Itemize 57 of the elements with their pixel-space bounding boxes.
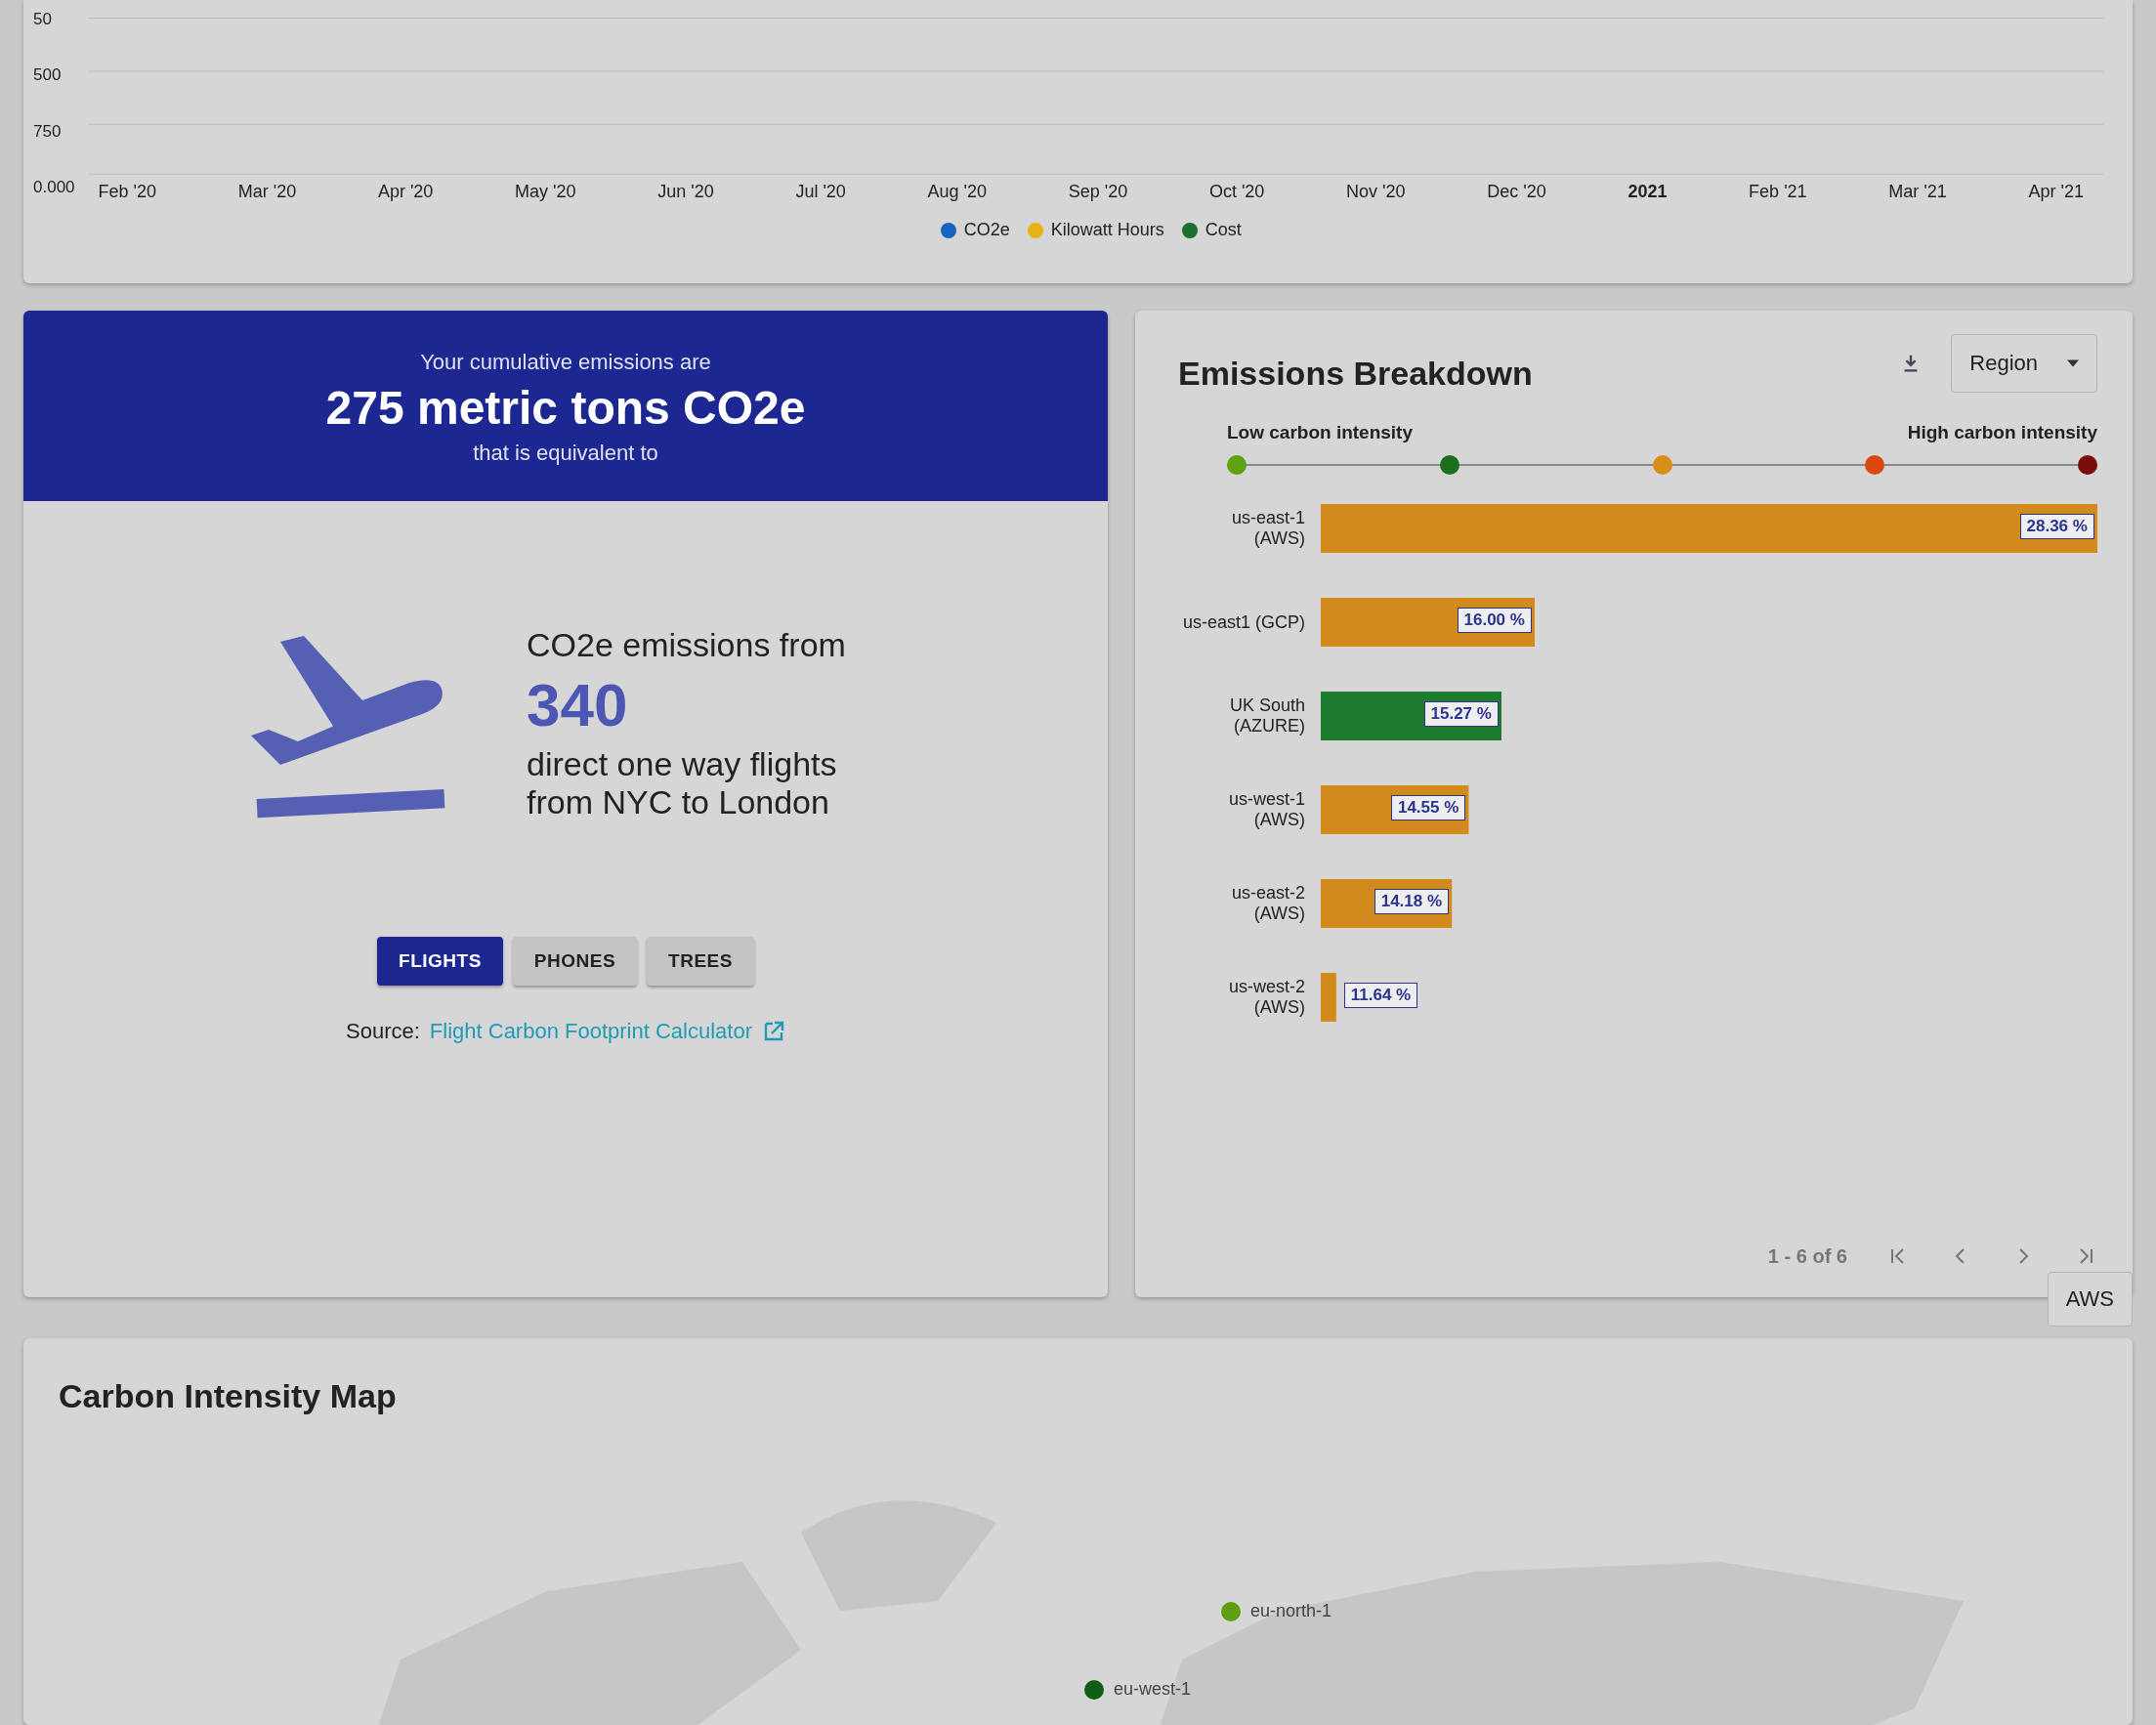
external-link-icon[interactable] [762, 1020, 785, 1043]
bar-value-label: 14.55 % [1390, 795, 1466, 820]
y-axis-label: 50 [33, 10, 53, 29]
low-intensity-label: Low carbon intensity [1227, 422, 1414, 443]
legend-label: CO2e [963, 220, 1010, 240]
region-marker[interactable] [1084, 1679, 1104, 1700]
provider-dropdown[interactable]: AWS [2047, 1272, 2133, 1326]
equivalency-description: direct one way flights from NYC to London [527, 745, 838, 821]
equivalency-tab[interactable]: FLIGHTS [377, 937, 503, 986]
card-title: Carbon Intensity Map [59, 1377, 398, 1415]
x-axis-label: Jun '20 [657, 182, 714, 202]
emissions-total: 275 metric tons CO2e [325, 381, 806, 435]
legend-label: Cost [1205, 220, 1242, 240]
caret-icon [2067, 359, 2079, 367]
y-axis-label: 0.000 [33, 178, 75, 197]
high-intensity-label: High carbon intensity [1907, 422, 2097, 443]
card-title: Emissions Breakdown [1178, 355, 1533, 393]
bar-value-label: 11.64 % [1343, 983, 1418, 1008]
x-axis-label: Sep '20 [1068, 182, 1128, 202]
x-axis-label: Oct '20 [1208, 182, 1265, 202]
region-label: us-east-1 (AWS) [1230, 508, 1305, 549]
bar-value-label: 28.36 % [2019, 514, 2094, 539]
x-axis-label: Feb '21 [1749, 182, 1807, 202]
x-axis-label: Feb '20 [98, 182, 157, 202]
flight-count: 340 [527, 670, 629, 739]
equivalency-lead: CO2e emissions from [527, 626, 847, 664]
x-axis-label: Mar '21 [1888, 182, 1947, 202]
banner-outro: that is equivalent to [473, 441, 658, 466]
region-label: us-west-2 (AWS) [1227, 977, 1305, 1018]
region-marker[interactable] [1221, 1601, 1241, 1621]
region-dropdown[interactable]: Region [1951, 334, 2097, 393]
equivalency-tab[interactable]: PHONES [512, 937, 638, 986]
region-label: us-east-2 (AWS) [1230, 883, 1305, 924]
x-axis-label: Jul '20 [795, 182, 846, 202]
region-label: UK South (AZURE) [1228, 695, 1305, 736]
x-axis-label: Nov '20 [1346, 182, 1406, 202]
x-axis-label: Aug '20 [927, 182, 988, 202]
x-axis-label: 2021 [1628, 182, 1668, 202]
x-axis-label: Mar '20 [237, 182, 297, 202]
bar-value-label: 15.27 % [1423, 701, 1499, 727]
source-label: Source: [346, 1019, 420, 1044]
x-axis-label: May '20 [515, 182, 576, 202]
banner-intro: Your cumulative emissions are [420, 350, 711, 375]
y-axis-label: 750 [33, 121, 63, 142]
pagination-count: 1 - 6 of 6 [1767, 1244, 1847, 1268]
bar-value-label: 14.18 % [1374, 889, 1450, 914]
marker-label: eu-north-1 [1250, 1601, 1332, 1621]
legend-label: Kilowatt Hours [1050, 220, 1164, 240]
y-axis-label: 500 [33, 65, 63, 86]
equivalency-tab[interactable]: TREES [647, 937, 754, 986]
bar-value-label: 16.00 % [1457, 608, 1532, 633]
marker-label: eu-west-1 [1114, 1679, 1192, 1700]
x-axis-label: Dec '20 [1487, 182, 1546, 202]
x-axis-label: Apr '20 [377, 182, 434, 202]
region-label: us-west-1 (AWS) [1227, 789, 1305, 830]
region-label: us-east1 (GCP) [1181, 611, 1305, 633]
x-axis-label: Apr '21 [2028, 182, 2084, 202]
